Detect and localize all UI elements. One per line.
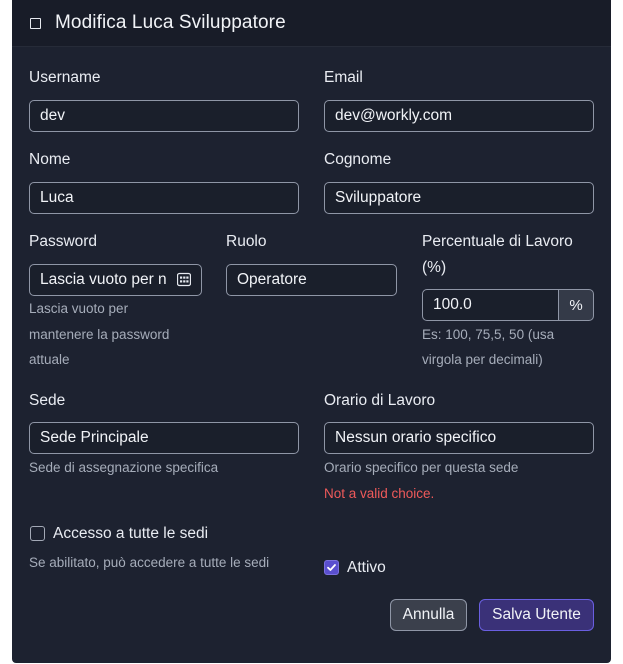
edit-user-modal: Modifica Luca Sviluppatore Username dev …	[12, 0, 611, 663]
email-input[interactable]: dev@workly.com	[324, 100, 594, 132]
attivo-checkbox[interactable]	[324, 560, 339, 575]
password-label: Password	[29, 233, 98, 250]
password-help-3: attuale	[29, 352, 70, 367]
percentuale-label-1: Percentuale di Lavoro	[422, 233, 573, 250]
check-icon	[327, 564, 336, 571]
username-label: Username	[29, 69, 101, 86]
all-sedi-label[interactable]: Accesso a tutte le sedi	[53, 525, 208, 543]
orario-help: Orario specifico per questa sede	[324, 460, 519, 475]
sede-help: Sede di assegnazione specifica	[29, 460, 219, 475]
email-label: Email	[324, 69, 363, 86]
sede-select[interactable]: Sede Principale	[29, 422, 299, 454]
all-sedi-checkbox[interactable]	[30, 526, 45, 541]
save-user-button[interactable]: Salva Utente	[479, 599, 594, 631]
password-help-1: Lascia vuoto per	[29, 301, 129, 316]
cognome-input[interactable]: Sviluppatore	[324, 182, 594, 214]
square-icon	[30, 17, 41, 29]
nome-input[interactable]: Luca	[29, 182, 299, 214]
modal-title: Modifica Luca Sviluppatore	[55, 12, 286, 33]
cancel-button[interactable]: Annulla	[390, 599, 467, 631]
password-input[interactable]: Lascia vuoto per n	[29, 264, 202, 296]
nome-label: Nome	[29, 151, 71, 168]
percentuale-help-2: virgola per decimali)	[422, 352, 543, 367]
percent-addon: %	[558, 289, 594, 321]
password-help-2: mantenere la password	[29, 327, 170, 342]
password-manager-icon[interactable]	[177, 272, 191, 287]
percentuale-label-2: (%)	[422, 259, 447, 276]
ruolo-select[interactable]: Operatore	[226, 264, 397, 296]
orario-label: Orario di Lavoro	[324, 392, 436, 409]
cognome-label: Cognome	[324, 151, 392, 168]
username-input[interactable]: dev	[29, 100, 299, 132]
attivo-label[interactable]: Attivo	[347, 559, 386, 577]
percentuale-input[interactable]: 100.0	[422, 289, 560, 321]
orario-select[interactable]: Nessun orario specifico	[324, 422, 594, 454]
all-sedi-help: Se abilitato, può accedere a tutte le se…	[29, 555, 270, 570]
modal-header: Modifica Luca Sviluppatore	[12, 0, 611, 47]
sede-label: Sede	[29, 392, 66, 409]
orario-error: Not a valid choice.	[324, 486, 435, 501]
percentuale-help-1: Es: 100, 75,5, 50 (usa	[422, 327, 555, 342]
password-value: Lascia vuoto per n	[40, 271, 167, 288]
ruolo-label: Ruolo	[226, 233, 267, 250]
